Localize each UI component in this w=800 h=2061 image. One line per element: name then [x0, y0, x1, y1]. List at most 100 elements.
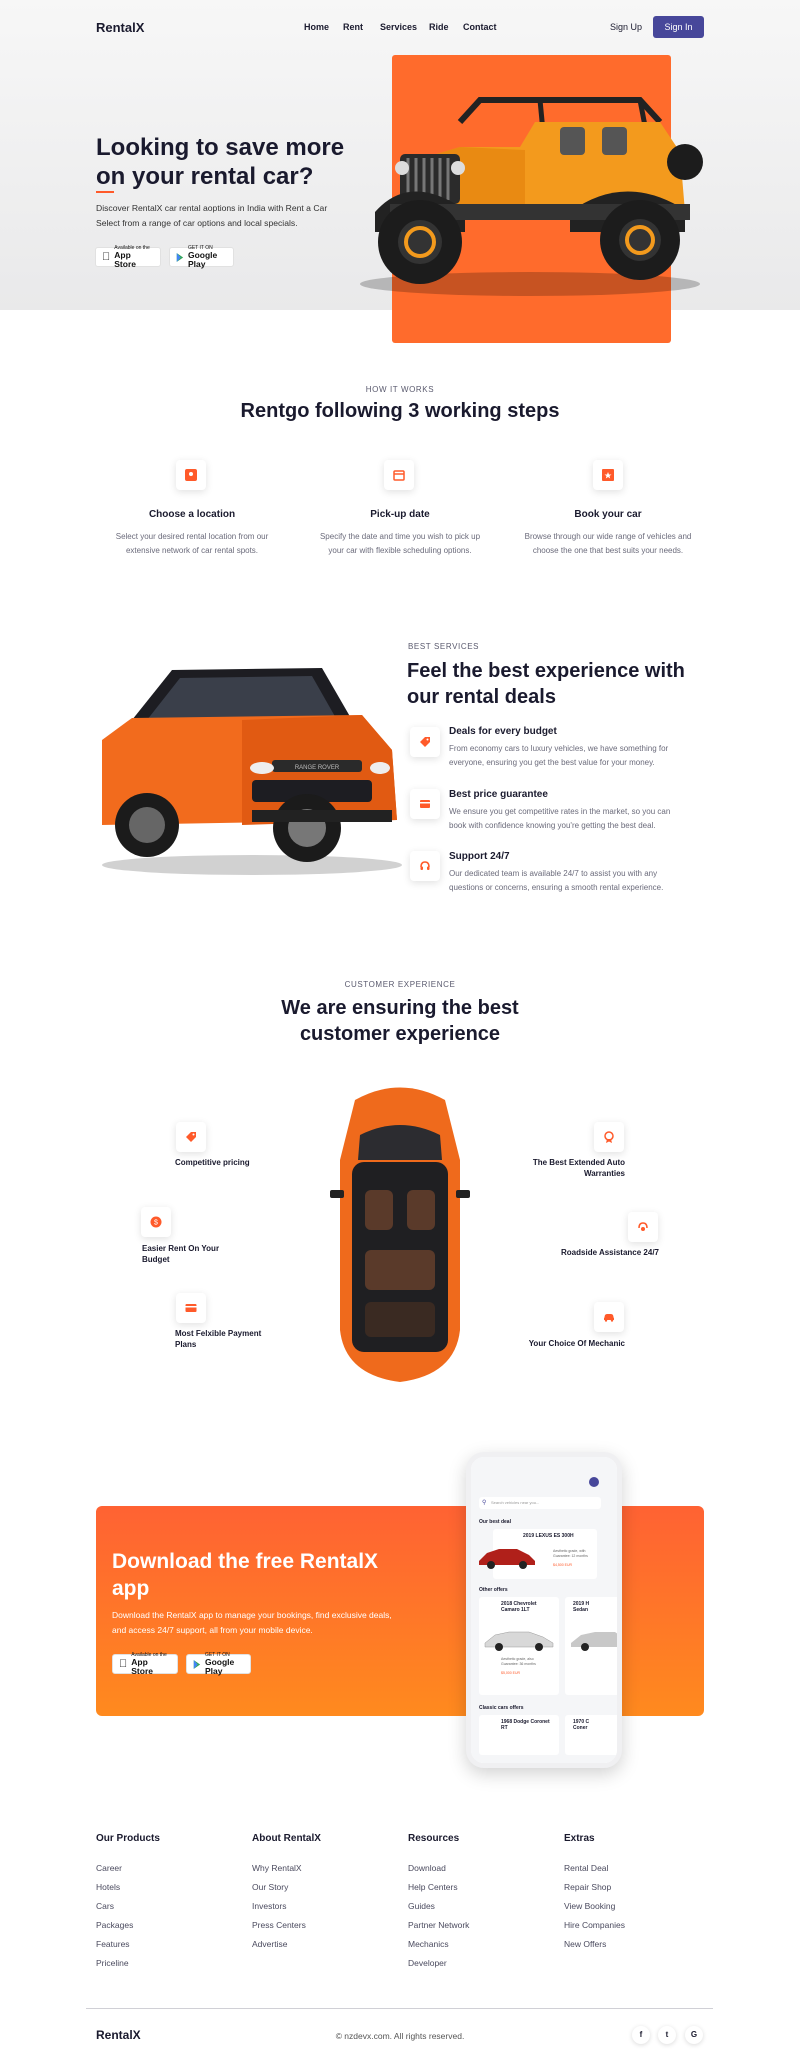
service-icon-price: [410, 789, 440, 819]
banner-description: Download the RentalX app to manage your …: [112, 1608, 432, 1638]
footer-link[interactable]: Press Centers: [252, 1920, 306, 1930]
phone-search-input[interactable]: ⚲ Search vehicles near you...: [479, 1497, 601, 1509]
phone-deal-car: 2019 LEXUS ES 300H: [523, 1533, 574, 1539]
step-desc-book-2: choose the one that best suits your need…: [532, 546, 684, 555]
footer-link[interactable]: Our Story: [252, 1882, 288, 1892]
ce-icon-mechanic: [594, 1302, 624, 1332]
footer-link[interactable]: Partner Network: [408, 1920, 469, 1930]
banner-play-big: Google Play: [204, 1657, 235, 1676]
footer-link[interactable]: Priceline: [96, 1958, 129, 1968]
step-desc-location: Select your desired rental location from…: [87, 530, 297, 558]
ce-label-pricing-1: Competitive pricing: [175, 1158, 250, 1167]
google-play-icon: [176, 252, 184, 262]
footer-link[interactable]: Career: [96, 1863, 122, 1873]
hero-appstore-button[interactable]:  Available on theApp Store: [95, 245, 161, 269]
footer-link[interactable]: Download: [408, 1863, 446, 1873]
footer-link[interactable]: View Booking: [564, 1901, 615, 1911]
footer-link[interactable]: Packages: [96, 1920, 133, 1930]
ce-label-payment: Most Felxible Payment Plans: [175, 1328, 261, 1350]
hero-description: Discover RentalX car rental aoptions in …: [96, 201, 396, 231]
banner-googleplay-button[interactable]: GET IT ON Google Play: [186, 1652, 251, 1676]
services-title: Feel the best experience with our rental…: [407, 658, 685, 710]
ce-label-budget: Easier Rent On Your Budget: [142, 1243, 219, 1265]
nav-rent[interactable]: Rent: [343, 22, 363, 32]
phone-mockup: ⚲ Search vehicles near you... Our best d…: [466, 1452, 622, 1768]
footer-link[interactable]: Hire Companies: [564, 1920, 625, 1930]
phone-deal-card[interactable]: 2019 LEXUS ES 300H Aesthetic grade, with…: [479, 1529, 597, 1579]
banner-appstore-button[interactable]:  Available on theApp Store: [112, 1652, 178, 1676]
svg-text:$: $: [154, 1220, 158, 1227]
hero-jeep-image: [360, 97, 703, 296]
phone-offer-card-1[interactable]: 2018 Chevrolet Camaro 1LT Aesthetic grade…: [479, 1597, 559, 1695]
nav-services[interactable]: Services: [380, 22, 417, 32]
step-title-date: Pick-up date: [370, 509, 430, 520]
price-tag-icon: [186, 1132, 196, 1142]
twitter-icon[interactable]: t: [658, 2026, 676, 2044]
phone-classic-card-2[interactable]: 1970 C Coner: [565, 1715, 617, 1755]
phone-avatar[interactable]: [589, 1477, 599, 1487]
hero-title-line1: Looking to save more: [96, 134, 345, 161]
how-title: Rentgo following 3 working steps: [240, 400, 560, 422]
nav-ride[interactable]: Ride: [429, 22, 449, 32]
banner-title-line1: Download the free RentalX: [112, 1550, 379, 1573]
nav-contact[interactable]: Contact: [463, 22, 497, 32]
phone-other-offers-label: Other offers: [479, 1587, 508, 1593]
ce-label-budget-2: Budget: [142, 1255, 170, 1264]
experience-title: We are ensuring the best customer experi…: [0, 995, 800, 1047]
signup-link[interactable]: Sign Up: [610, 22, 642, 32]
footer-divider: [86, 2008, 713, 2009]
footer-link[interactable]: Developer: [408, 1958, 447, 1968]
phone-offer1-notes: Aesthetic grade, also Guarantee: 36 month…: [501, 1657, 536, 1667]
footer-link[interactable]: Repair Shop: [564, 1882, 611, 1892]
service-desc-support-2: questions or concerns, ensuring a smooth…: [449, 883, 664, 892]
footer-link[interactable]: Cars: [96, 1901, 114, 1911]
brand-logo[interactable]: RentalX: [96, 20, 144, 35]
ce-label-pricing: Competitive pricing: [175, 1157, 250, 1168]
card-icon: [185, 1304, 197, 1312]
ce-label-mechanic: Your Choice Of Mechanic: [500, 1338, 625, 1349]
footer-link[interactable]: Mechanics: [408, 1939, 449, 1949]
service-icon-support: [410, 851, 440, 881]
service-desc-price: We ensure you get competitive rates in t…: [449, 805, 699, 833]
hero-desc-line2: Select from a range of car options and l…: [96, 218, 298, 228]
footer-link[interactable]: Investors: [252, 1901, 287, 1911]
step-desc-book-1: Browse through our wide range of vehicle…: [524, 532, 692, 541]
search-icon: ⚲: [482, 1500, 487, 1506]
hero-googleplay-button[interactable]: GET IT ON Google Play: [169, 245, 234, 269]
ce-icon-budget: $: [141, 1207, 171, 1237]
footer-link[interactable]: Hotels: [96, 1882, 120, 1892]
footer-link[interactable]: Why RentalX: [252, 1863, 302, 1873]
footer-link[interactable]: Advertise: [252, 1939, 287, 1949]
footer-link[interactable]: Guides: [408, 1901, 435, 1911]
ce-label-warranty: The Best Extended Auto Warranties: [500, 1157, 625, 1179]
step-icon-bookmark: [593, 460, 623, 490]
facebook-icon[interactable]: f: [632, 2026, 650, 2044]
footer-head-products: Our Products: [96, 1833, 160, 1844]
signin-button[interactable]: Sign In: [653, 16, 704, 38]
step-desc-book: Browse through our wide range of vehicle…: [503, 530, 713, 558]
footer-link[interactable]: Help Centers: [408, 1882, 458, 1892]
nav-home[interactable]: Home: [304, 22, 329, 32]
step-desc-date-1: Specify the date and time you wish to pi…: [319, 532, 481, 541]
experience-eyebrow: CUSTOMER EXPERIENCE: [344, 980, 456, 989]
service-desc-price-2: book with confidence knowing you're gett…: [449, 821, 656, 830]
footer-head-about: About RentalX: [252, 1833, 321, 1844]
footer-link[interactable]: Features: [96, 1939, 130, 1949]
ce-icon-roadside: [628, 1212, 658, 1242]
apple-icon: : [119, 1658, 127, 1670]
ce-label-warranty-2: Warranties: [583, 1169, 625, 1178]
google-icon[interactable]: G: [685, 2026, 703, 2044]
footer-head-resources: Resources: [408, 1833, 460, 1844]
footer-link[interactable]: Rental Deal: [564, 1863, 608, 1873]
services-title-line1: Feel the best experience with: [407, 660, 685, 682]
phone-classic-card-1[interactable]: 1968 Dodge Coronet RT: [479, 1715, 559, 1755]
phone-offer2-car-image: [571, 1632, 617, 1651]
footer-link[interactable]: New Offers: [564, 1939, 606, 1949]
hero-title-line2: on your rental car?: [96, 163, 314, 190]
phone-classic2-title: 1970 C Coner: [573, 1719, 589, 1731]
ce-label-payment-2: Plans: [175, 1340, 197, 1349]
step-desc-date: Specify the date and time you wish to pi…: [295, 530, 505, 558]
service-icon-deals: [410, 727, 440, 757]
footer-copyright: © nzdevx.com. All rights reserved.: [335, 2031, 465, 2041]
phone-offer-card-2[interactable]: 2019 H Sedan: [565, 1597, 617, 1695]
